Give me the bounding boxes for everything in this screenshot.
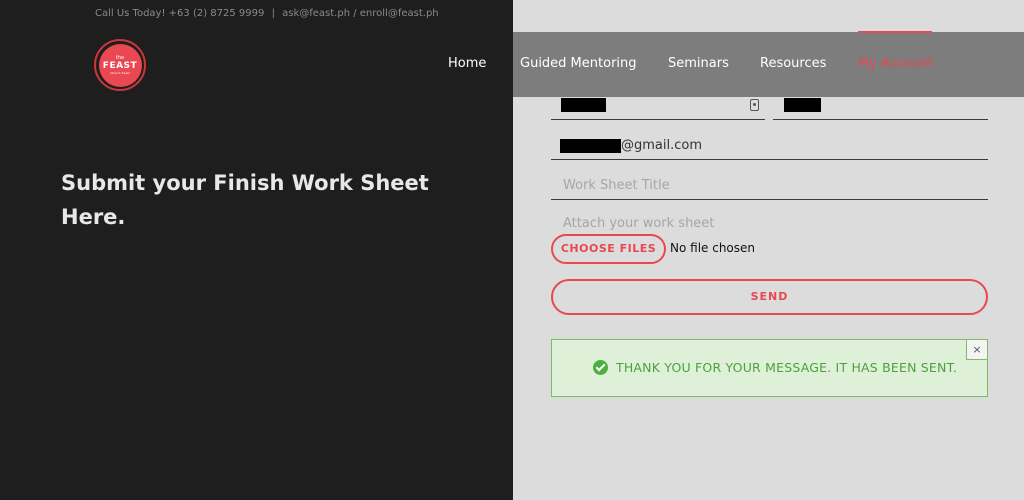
nav-resources[interactable]: Resources	[760, 56, 826, 71]
check-circle-icon	[593, 360, 608, 375]
close-icon[interactable]: ×	[966, 339, 988, 360]
alert-message: THANK YOU FOR YOUR MESSAGE. IT HAS BEEN …	[616, 360, 958, 375]
first-name-field[interactable]	[551, 119, 765, 120]
nav-guided-mentoring[interactable]: Guided Mentoring	[520, 56, 637, 71]
main-nav: Home Guided Mentoring Seminars Resources…	[0, 56, 1024, 74]
file-status-text: No file chosen	[670, 241, 756, 255]
topbar-divider: |	[271, 8, 275, 19]
worksheet-title-underline	[551, 199, 988, 200]
send-button[interactable]: SEND	[551, 279, 988, 315]
redacted-last-name	[784, 98, 821, 112]
contact-bar: Call Us Today! +63 (2) 8725 9999 | ask@f…	[95, 8, 443, 19]
choose-files-button[interactable]: CHOOSE FILES	[551, 234, 666, 264]
nav-my-account[interactable]: My Account	[858, 56, 934, 71]
redacted-first-name	[561, 98, 606, 112]
worksheet-title-input[interactable]: Work Sheet Title	[563, 178, 670, 193]
redacted-email-user	[560, 139, 621, 153]
contact-card-icon[interactable]	[750, 99, 759, 111]
nav-active-indicator	[858, 31, 932, 33]
page-title: Submit your Finish Work Sheet Here.	[61, 171, 429, 229]
email-field[interactable]	[551, 159, 988, 160]
nav-seminars[interactable]: Seminars	[668, 56, 729, 71]
nav-home[interactable]: Home	[448, 56, 486, 71]
last-name-field[interactable]	[773, 119, 988, 120]
left-panel	[0, 0, 513, 500]
phone-text: Call Us Today! +63 (2) 8725 9999	[95, 8, 265, 19]
attach-label: Attach your work sheet	[563, 216, 715, 231]
email-field-value[interactable]: @gmail.com	[621, 138, 702, 153]
email-links[interactable]: ask@feast.ph / enroll@feast.ph	[282, 8, 439, 19]
